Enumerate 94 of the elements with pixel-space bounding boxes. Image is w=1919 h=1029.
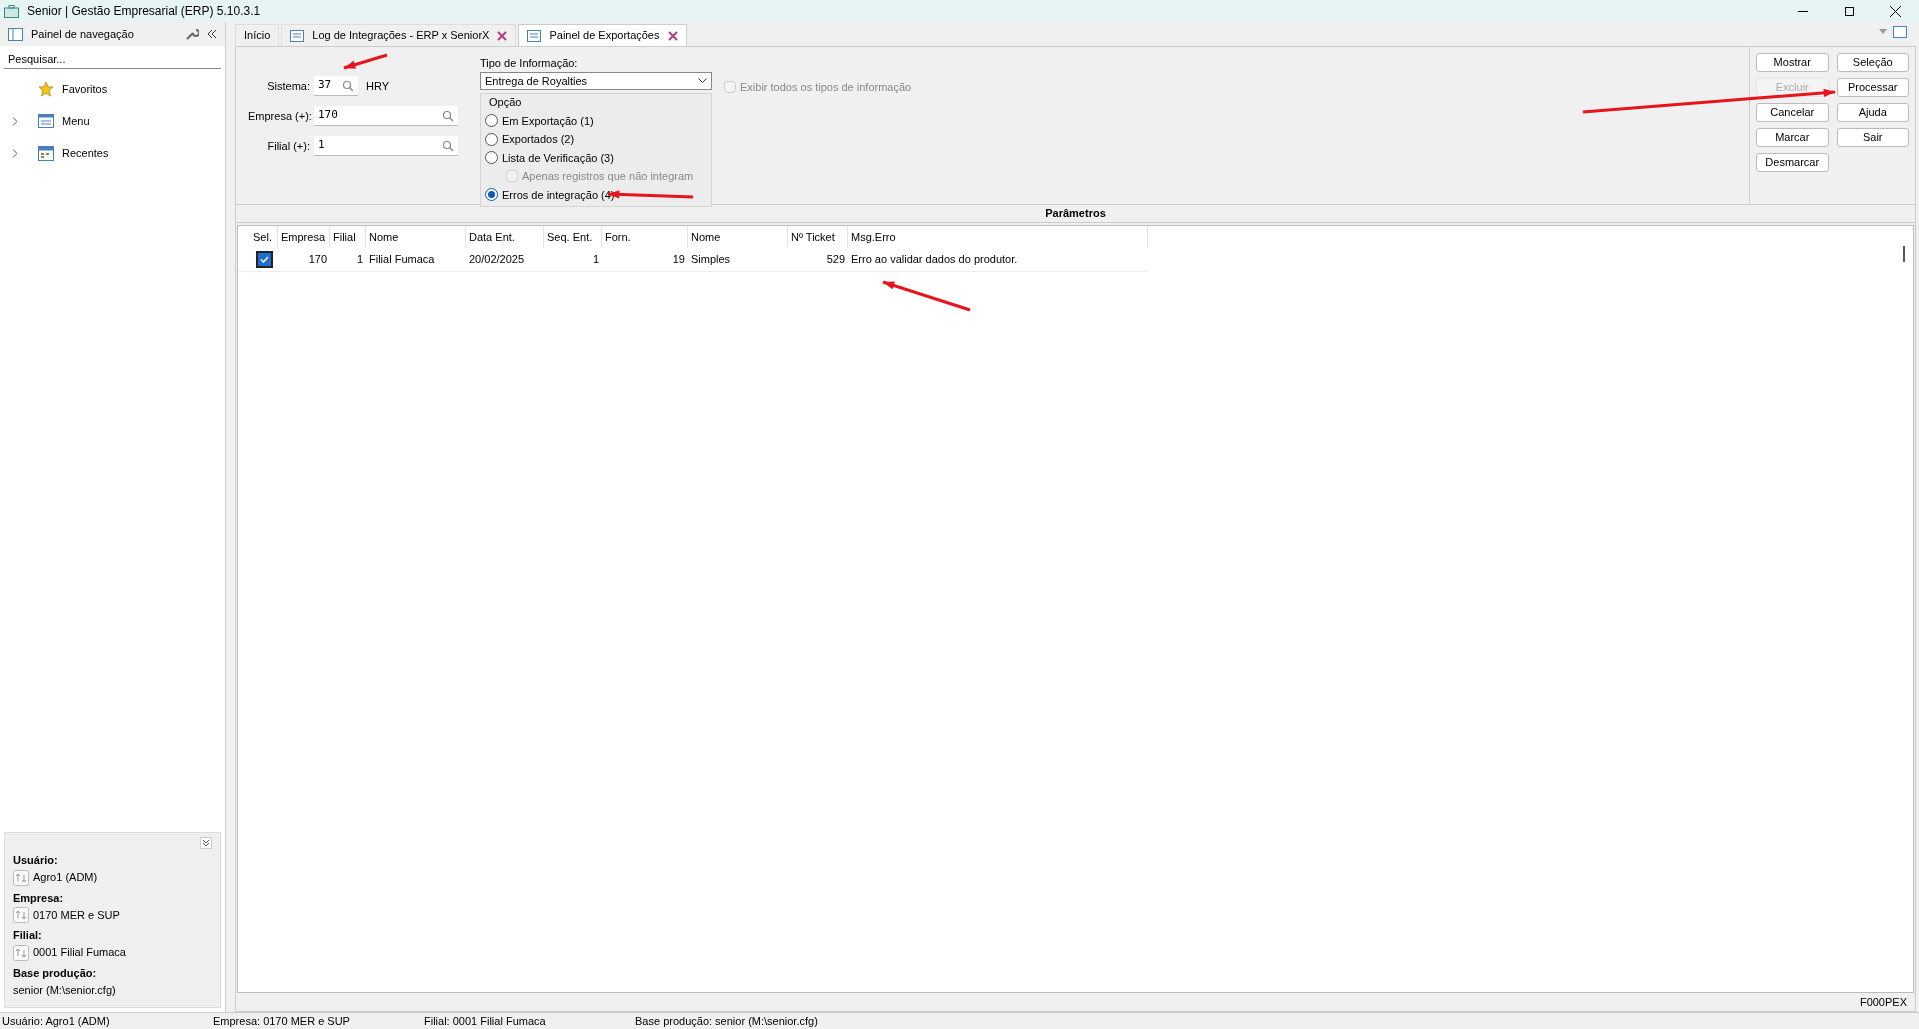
list-icon xyxy=(38,114,54,128)
group-title: Opção xyxy=(489,95,523,110)
column-header[interactable]: Sel. xyxy=(250,226,278,248)
session-label: Filial: xyxy=(13,928,43,943)
radio-button[interactable] xyxy=(485,188,498,202)
panel-icon xyxy=(8,27,23,41)
radio-button[interactable] xyxy=(485,151,498,165)
chevron-icon[interactable] xyxy=(12,116,18,126)
form-icon xyxy=(290,29,305,42)
status-item: Usuário: Agro1 (ADM) xyxy=(2,1013,111,1029)
system-code: HRY xyxy=(366,78,390,94)
column-header[interactable]: Filial xyxy=(330,226,366,248)
column-header[interactable]: Seq. Ent. xyxy=(544,226,602,248)
table-cell-text: 19 xyxy=(671,252,686,268)
table-cell-text: Filial Fumaca xyxy=(368,252,436,268)
scrollbar-thumb[interactable] xyxy=(1903,246,1905,262)
radio-label: Em Exportação (1) xyxy=(502,113,594,129)
nav-item[interactable]: Recentes xyxy=(0,137,225,169)
table-cell-text: 20/02/2025 xyxy=(468,252,526,268)
tab[interactable]: Painel de Exportações xyxy=(518,24,687,46)
table-cell-text: 170 xyxy=(307,252,328,268)
section-header: Parâmetros xyxy=(236,205,1915,223)
caret-icon xyxy=(698,78,707,84)
collapse-icon[interactable] xyxy=(207,30,217,38)
search-field[interactable]: Pesquisar... xyxy=(4,49,221,69)
session-label: Usuário: xyxy=(13,853,59,868)
action-button[interactable]: Ajuda xyxy=(1836,103,1909,122)
radio-label: Exportados (2) xyxy=(502,132,575,147)
check-icon xyxy=(259,256,269,263)
select-field[interactable]: Entrega de Royalties xyxy=(480,71,712,90)
column-header[interactable]: Msg.Erro xyxy=(848,226,1148,248)
star-icon xyxy=(38,81,54,97)
action-button[interactable]: Sair xyxy=(1836,128,1909,147)
search-icon[interactable] xyxy=(342,79,354,92)
row-checkbox[interactable] xyxy=(255,251,273,268)
chevron-icon[interactable] xyxy=(12,148,18,158)
session-value: 0001 Filial Fumaca xyxy=(33,945,126,961)
input-field[interactable]: 170 xyxy=(314,106,458,126)
action-button[interactable]: Marcar xyxy=(1756,128,1829,147)
radio-button[interactable] xyxy=(485,132,498,146)
switch-icon[interactable] xyxy=(13,869,29,886)
column-header[interactable]: Data Ent. xyxy=(466,226,544,248)
nav-item[interactable]: Favoritos xyxy=(0,73,225,105)
panel-title: Painel de navegação xyxy=(31,26,135,42)
session-label: Base produção: xyxy=(13,965,98,981)
annotation-arrow xyxy=(343,53,388,70)
switch-icon[interactable] xyxy=(13,907,29,923)
action-button[interactable]: Seleção xyxy=(1836,53,1909,72)
dropdown-icon[interactable] xyxy=(1879,29,1887,34)
table-cell-text: Erro ao validar dados do produtor. xyxy=(850,252,1019,268)
session-value: senior (M:\senior.cfg) xyxy=(13,982,116,998)
window-icon[interactable] xyxy=(1893,26,1907,38)
action-button[interactable]: Processar xyxy=(1836,78,1909,97)
status-item: Base produção: senior (M:\senior.cfg) xyxy=(635,1013,819,1029)
session-value: 0170 MER e SUP xyxy=(33,907,120,923)
field-label: Tipo de Informação: xyxy=(480,56,579,71)
checkbox-label: Exibir todos os tipos de informação xyxy=(740,80,912,95)
column-header[interactable]: Nº Ticket xyxy=(788,226,848,248)
action-button[interactable]: Desmarcar xyxy=(1756,153,1829,172)
window-title: Senior | Gestão Empresarial (ERP) 5.10.3.1 xyxy=(27,3,261,20)
table-cell-text: 529 xyxy=(825,252,846,268)
column-header[interactable]: Nome xyxy=(688,226,788,248)
session-label: Empresa: xyxy=(13,890,65,906)
column-header[interactable]: Empresa xyxy=(278,226,330,248)
briefcase-icon xyxy=(4,4,19,18)
screen-code: F000PEX xyxy=(1859,994,1907,1010)
form-icon xyxy=(527,29,542,42)
search-icon[interactable] xyxy=(442,109,454,122)
close-icon[interactable] xyxy=(1890,5,1901,17)
status-item: Filial: 0001 Filial Fumaca xyxy=(424,1013,547,1029)
action-button[interactable]: Mostrar xyxy=(1756,53,1829,72)
expand-icon[interactable] xyxy=(200,837,212,849)
radio-button[interactable] xyxy=(485,114,498,128)
field-label: Sistema: xyxy=(266,78,310,94)
table-cell-text: 1 xyxy=(355,252,364,268)
field-label: Empresa (+): xyxy=(248,108,310,124)
calendar-icon xyxy=(38,145,54,161)
tab[interactable]: Início xyxy=(235,24,280,46)
session-value: Agro1 (ADM) xyxy=(33,870,98,886)
field-label: Filial (+): xyxy=(266,138,310,154)
table-cell-text: 1 xyxy=(591,252,600,268)
checkbox-label: Apenas registros que não integram xyxy=(522,169,694,184)
input-field[interactable]: 37 xyxy=(314,76,358,96)
radio-label: Lista de Verificação (3) xyxy=(502,150,614,166)
status-item: Empresa: 0170 MER e SUP xyxy=(213,1013,351,1029)
search-icon[interactable] xyxy=(442,139,454,152)
table-cell-text: Simples xyxy=(690,252,732,268)
column-header[interactable]: Nome xyxy=(366,226,466,248)
nav-item[interactable]: Menu xyxy=(0,105,225,137)
column-header[interactable]: Forn. xyxy=(602,226,688,248)
input-field[interactable]: 1 xyxy=(314,136,458,156)
switch-icon[interactable] xyxy=(13,944,29,961)
action-button[interactable]: Cancelar xyxy=(1756,103,1829,122)
tab[interactable]: Log de Integrações - ERP x SeniorX xyxy=(281,24,517,46)
